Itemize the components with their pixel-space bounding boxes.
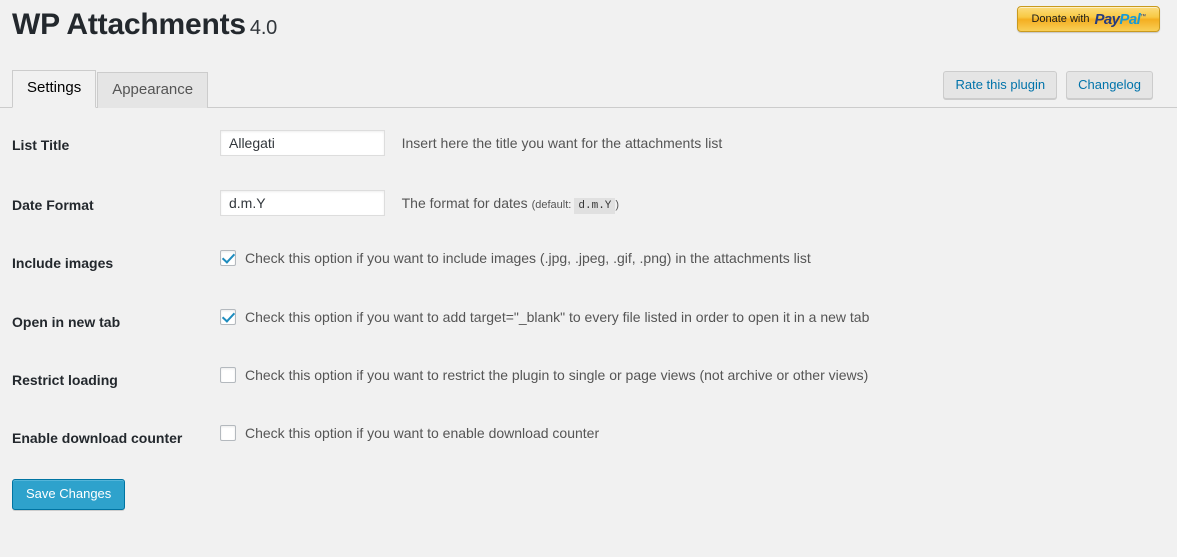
- default-prefix: (default:: [531, 198, 572, 211]
- plugin-version: 4.0: [249, 17, 278, 39]
- list-title-input[interactable]: [220, 130, 385, 156]
- restrict-loading-checkbox[interactable]: [220, 366, 236, 383]
- tab-appearance[interactable]: Appearance: [97, 72, 209, 108]
- paypal-logo-pay: Pay: [1094, 10, 1120, 28]
- tab-action-buttons: Rate this plugin Changelog: [943, 71, 1153, 99]
- donate-with-paypal-button[interactable]: Donate with PayPal™: [1017, 6, 1160, 32]
- row-date-format: Date Format The format for dates (defaul…: [0, 174, 1177, 234]
- page-title: WP Attachments 4.0: [12, 8, 277, 42]
- checkbox-line-enable-download-counter: Check this option if you want to enable …: [220, 424, 1167, 442]
- row-open-in-new-tab: Open in new tab Check this option if you…: [0, 293, 1177, 351]
- date-format-default-note: (default: d.m.Y): [531, 197, 620, 214]
- checkbox-line-include-images: Check this option if you want to include…: [220, 249, 1167, 267]
- field-date-format: The format for dates (default: d.m.Y): [210, 174, 1177, 234]
- tab-bar: Settings Appearance Rate this plugin Cha…: [0, 62, 1177, 108]
- rate-this-plugin-button[interactable]: Rate this plugin: [943, 71, 1058, 99]
- row-enable-download-counter: Enable download counter Check this optio…: [0, 409, 1177, 467]
- enable-download-counter-checkbox[interactable]: [220, 425, 236, 442]
- plugin-name: WP Attachments: [12, 8, 246, 41]
- trademark-mark: ™: [1140, 13, 1146, 20]
- label-include-images: Include images: [12, 255, 114, 272]
- changelog-button[interactable]: Changelog: [1066, 71, 1153, 99]
- settings-form-table: List Title Insert here the title you wan…: [0, 114, 1177, 467]
- default-value-code: d.m.Y: [574, 197, 616, 214]
- label-list-title: List Title: [12, 137, 70, 153]
- restrict-loading-description: Check this option if you want to restric…: [245, 366, 869, 383]
- field-list-title: Insert here the title you want for the a…: [210, 114, 1177, 174]
- tab-settings[interactable]: Settings: [12, 70, 97, 108]
- include-images-description: Check this option if you want to include…: [245, 250, 811, 267]
- donate-button-label: Donate with: [1031, 13, 1090, 25]
- submit-area: Save Changes: [0, 469, 1177, 511]
- row-restrict-loading: Restrict loading Check this option if yo…: [0, 351, 1177, 409]
- row-list-title: List Title Insert here the title you wan…: [0, 114, 1177, 174]
- default-suffix: ): [615, 198, 620, 211]
- checkbox-line-open-in-new-tab: Check this option if you want to add tar…: [220, 308, 1167, 326]
- include-images-checkbox[interactable]: [220, 250, 236, 267]
- paypal-logo: PayPal™: [1094, 10, 1147, 28]
- label-open-in-new-tab: Open in new tab: [12, 313, 121, 330]
- field-open-in-new-tab: Check this option if you want to add tar…: [210, 293, 1177, 351]
- date-format-description: The format for dates (default: d.m.Y): [401, 194, 620, 214]
- paypal-logo-pal: Pal: [1119, 10, 1141, 28]
- save-changes-button[interactable]: Save Changes: [12, 479, 126, 511]
- field-restrict-loading: Check this option if you want to restric…: [210, 351, 1177, 409]
- list-title-description: Insert here the title you want for the a…: [401, 134, 723, 151]
- nav-tab-list: Settings Appearance: [12, 70, 209, 108]
- field-enable-download-counter: Check this option if you want to enable …: [210, 409, 1177, 467]
- checkbox-line-restrict-loading: Check this option if you want to restric…: [220, 366, 1167, 384]
- row-include-images: Include images Check this option if you …: [0, 234, 1177, 292]
- label-restrict-loading: Restrict loading: [12, 371, 118, 388]
- label-date-format: Date Format: [12, 197, 94, 214]
- open-in-new-tab-checkbox[interactable]: [220, 308, 236, 325]
- label-enable-download-counter: Enable download counter: [12, 429, 183, 446]
- enable-download-counter-description: Check this option if you want to enable …: [245, 424, 600, 441]
- page-header: WP Attachments 4.0 Donate with PayPal™: [0, 0, 1177, 62]
- field-include-images: Check this option if you want to include…: [210, 234, 1177, 292]
- open-in-new-tab-description: Check this option if you want to add tar…: [245, 308, 870, 325]
- date-format-input[interactable]: [220, 190, 385, 217]
- date-format-description-text: The format for dates: [401, 194, 528, 211]
